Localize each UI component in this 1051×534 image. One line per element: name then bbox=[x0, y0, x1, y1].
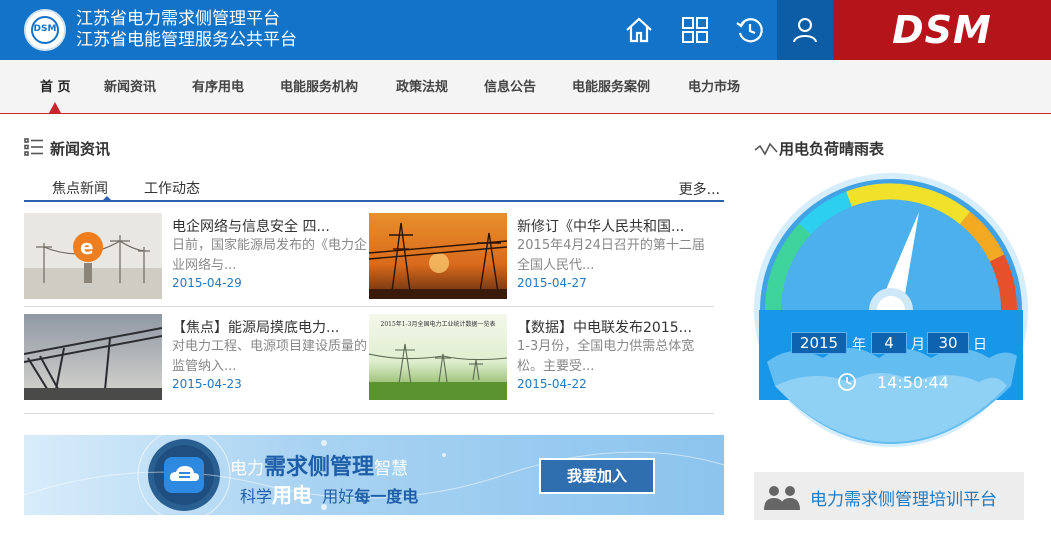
news-thumbnail[interactable]: e bbox=[24, 213, 162, 299]
banner-line1-b: 需求侧管理 bbox=[264, 455, 375, 480]
news-date: 2015-04-27 bbox=[517, 276, 587, 290]
nav-power-market[interactable]: 电力市场 bbox=[688, 60, 740, 113]
history-icon bbox=[736, 18, 763, 43]
banner-line1-c: 智慧 bbox=[374, 459, 409, 479]
main-nav: 首 页 新闻资讯 有序用电 电能服务机构 政策法规 信息公告 电能服务案例 电力… bbox=[0, 60, 1051, 114]
news-thumbnail[interactable] bbox=[24, 314, 162, 400]
load-gauge-dial bbox=[754, 173, 1028, 447]
news-thumbnail[interactable] bbox=[369, 213, 507, 299]
news-title[interactable]: 【焦点】能源局摸底电力... bbox=[172, 317, 339, 337]
nav-active-caret bbox=[49, 102, 61, 113]
history-button[interactable] bbox=[722, 0, 778, 60]
news-bottom-divider bbox=[24, 413, 714, 414]
home-icon bbox=[626, 17, 652, 43]
news-item[interactable]: 【焦点】能源局摸底电力... 对电力工程、电源项目建设质量的监管纳入... 20… bbox=[24, 314, 369, 402]
load-section-title: 用电负荷晴雨表 bbox=[779, 140, 885, 158]
news-desc: 1-3月份，全国电力供需总体宽松。主要受... bbox=[517, 339, 695, 374]
news-row-divider bbox=[24, 306, 714, 307]
site-title-line2: 江苏省电能管理服务公共平台 bbox=[76, 30, 297, 50]
day-field: 30 bbox=[927, 332, 969, 354]
nav-policies[interactable]: 政策法规 bbox=[396, 60, 448, 113]
training-platform-link[interactable]: 电力需求侧管理培训平台 bbox=[754, 472, 1024, 520]
banner-line2-a: 科学 bbox=[240, 487, 273, 506]
news-item[interactable]: 新修订《中华人民共和国... 2015年4月24日召开的第十二届全国人民代...… bbox=[369, 213, 714, 301]
news-desc: 日前，国家能源局发布的《电力企业网络与... bbox=[172, 238, 368, 273]
join-button[interactable]: 我要加入 bbox=[539, 458, 655, 494]
user-button[interactable] bbox=[777, 0, 833, 60]
logo-text: DSM bbox=[33, 24, 57, 34]
year-unit: 年 bbox=[852, 337, 866, 353]
banner-line1: 电力需求侧管理智慧 bbox=[230, 449, 408, 481]
site-logo[interactable]: DSM bbox=[24, 9, 66, 51]
site-title: 江苏省电力需求侧管理平台 江苏省电能管理服务公共平台 bbox=[76, 9, 297, 51]
news-date: 2015-04-22 bbox=[517, 377, 587, 391]
news-thumb-caption: 2015年1-3月全国电力工业统计数据一览表 bbox=[381, 320, 496, 328]
nav-service-cases[interactable]: 电能服务案例 bbox=[572, 60, 650, 113]
load-gauge: 2015 年 4 月 30 日 14:50:44 bbox=[753, 172, 1029, 448]
banner-line2-b: 用电 bbox=[272, 483, 313, 507]
dsm-banner[interactable]: 电力需求侧管理智慧 科学用电 用好每一度电 我要加入 bbox=[24, 435, 724, 515]
month-unit: 月 bbox=[911, 337, 925, 353]
tab-work-updates[interactable]: 工作动态 bbox=[144, 178, 200, 198]
news-title[interactable]: 新修订《中华人民共和国... bbox=[517, 216, 684, 236]
nav-service-agencies[interactable]: 电能服务机构 bbox=[280, 60, 358, 113]
news-title[interactable]: 电企网络与信息安全 四... bbox=[172, 216, 330, 236]
site-title-line1: 江苏省电力需求侧管理平台 bbox=[76, 9, 280, 29]
year-field: 2015 bbox=[791, 332, 847, 354]
clock-icon bbox=[838, 373, 856, 391]
grid-button[interactable] bbox=[667, 0, 723, 60]
current-time: 14:50:44 bbox=[877, 373, 949, 392]
news-date: 2015-04-29 bbox=[172, 276, 242, 290]
news-title[interactable]: 【数据】中电联发布2015... bbox=[517, 317, 692, 337]
nav-announcements[interactable]: 信息公告 bbox=[484, 60, 536, 113]
news-section-title: 新闻资讯 bbox=[50, 140, 111, 158]
news-date: 2015-04-23 bbox=[172, 377, 242, 391]
nav-news[interactable]: 新闻资讯 bbox=[104, 60, 156, 113]
tab-active-caret bbox=[103, 196, 111, 200]
cloud-server-icon bbox=[164, 457, 204, 493]
news-tabs: 焦点新闻 工作动态 更多... bbox=[24, 176, 724, 202]
people-icon bbox=[764, 486, 800, 510]
banner-line1-a: 电力 bbox=[230, 459, 264, 479]
tab-focus-news[interactable]: 焦点新闻 bbox=[52, 178, 108, 198]
grid-icon bbox=[682, 17, 708, 43]
day-unit: 日 bbox=[973, 337, 987, 353]
training-platform-label[interactable]: 电力需求侧管理培训平台 bbox=[810, 485, 997, 510]
news-item[interactable]: 2015年1-3月全国电力工业统计数据一览表 【数据】中电联发布2015... … bbox=[369, 314, 714, 402]
user-icon bbox=[793, 18, 817, 43]
header-bar: DSM 江苏省电力需求侧管理平台 江苏省电能管理服务公共平台 DSM bbox=[0, 0, 1051, 60]
month-field: 4 bbox=[871, 332, 907, 354]
news-item[interactable]: e 电企网络与信息安全 四... 日前，国家能源局发布的《电力企业网络与... … bbox=[24, 213, 369, 301]
banner-line2-d: 每一度电 bbox=[354, 487, 419, 506]
banner-line2: 科学用电 用好每一度电 bbox=[240, 479, 418, 508]
news-desc: 对电力工程、电源项目建设质量的监管纳入... bbox=[172, 339, 368, 374]
news-desc: 2015年4月24日召开的第十二届全国人民代... bbox=[517, 238, 705, 273]
svg-text:e: e bbox=[80, 235, 94, 259]
list-icon bbox=[24, 138, 43, 156]
home-button[interactable] bbox=[611, 0, 667, 60]
banner-line2-c: 用好 bbox=[322, 487, 355, 506]
more-news-link[interactable]: 更多... bbox=[679, 179, 720, 199]
nav-orderly-power[interactable]: 有序用电 bbox=[192, 60, 244, 113]
news-thumbnail[interactable]: 2015年1-3月全国电力工业统计数据一览表 bbox=[369, 314, 507, 400]
dsm-brand[interactable]: DSM bbox=[833, 0, 1051, 60]
trend-line-icon bbox=[754, 142, 778, 156]
